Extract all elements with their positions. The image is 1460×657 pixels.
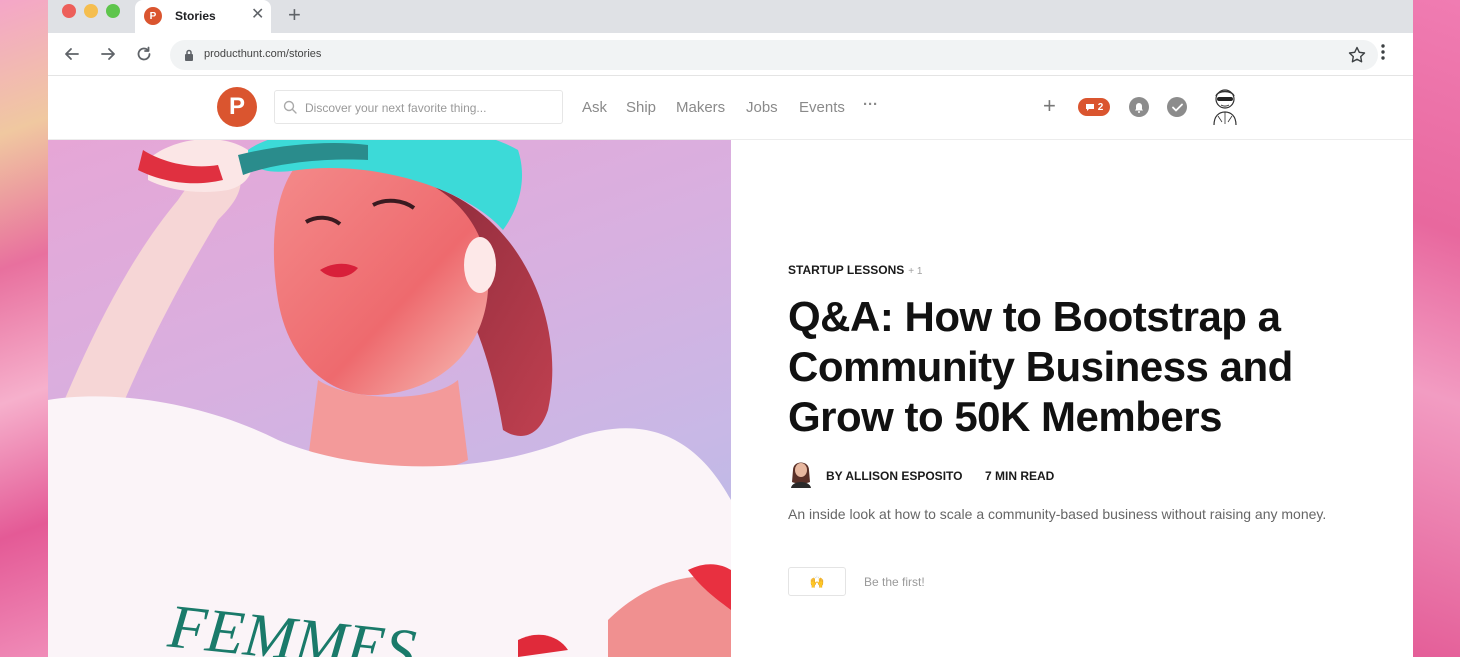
story-hero-image[interactable]: FEMMES <box>48 140 731 657</box>
bookmark-star-icon[interactable] <box>1347 45 1367 70</box>
user-avatar[interactable] <box>1208 86 1242 126</box>
be-first-text: Be the first! <box>864 575 925 589</box>
notification-count: 2 <box>1097 101 1104 113</box>
producthunt-favicon-icon: P <box>144 7 162 25</box>
url-text: producthunt.com/stories <box>204 48 322 60</box>
new-tab-button[interactable]: + <box>288 3 301 27</box>
hero-illustration: FEMMES <box>48 140 731 657</box>
browser-window: P Stories ✕ + producthunt.com/stories P … <box>48 0 1413 657</box>
tab-stories[interactable]: P Stories ✕ <box>135 0 271 33</box>
topic-label: STARTUP LESSONS <box>788 263 905 277</box>
producthunt-logo[interactable]: P <box>217 87 257 127</box>
story-headline[interactable]: Q&A: How to Bootstrap a Community Busine… <box>788 292 1348 442</box>
site-search[interactable] <box>274 90 563 124</box>
close-window-button[interactable] <box>62 4 76 18</box>
nav-ship[interactable]: Ship <box>626 99 656 116</box>
author-avatar[interactable] <box>788 458 814 488</box>
reaction-button[interactable]: 🙌 <box>788 567 846 596</box>
reload-icon[interactable] <box>133 43 155 65</box>
tab-close-icon[interactable]: ✕ <box>251 5 264 25</box>
nav-jobs[interactable]: Jobs <box>746 99 778 116</box>
tab-title: Stories <box>175 9 216 23</box>
story-topic[interactable]: STARTUP LESSONS + 1 <box>788 263 922 277</box>
tab-strip: P Stories ✕ + <box>48 0 1413 33</box>
bell-icon[interactable] <box>1129 97 1149 117</box>
desktop-background-right <box>1412 0 1460 657</box>
story-byline: BY ALLISON ESPOSITO 7 MIN READ <box>788 458 1348 490</box>
raised-hands-icon: 🙌 <box>809 574 825 589</box>
maximize-window-button[interactable] <box>106 4 120 18</box>
nav-more-icon[interactable]: ··· <box>863 96 878 113</box>
search-icon <box>283 100 297 119</box>
desktop-background-left <box>0 0 48 657</box>
checkmark-icon[interactable] <box>1167 97 1187 117</box>
nav-makers[interactable]: Makers <box>676 99 725 116</box>
author-name[interactable]: BY ALLISON ESPOSITO <box>826 469 962 483</box>
topic-extra-count: + 1 <box>908 266 923 277</box>
chat-bubble-icon <box>1085 103 1094 111</box>
lock-icon <box>184 48 194 66</box>
read-time: 7 MIN READ <box>985 469 1055 483</box>
story-description: An inside look at how to scale a communi… <box>788 506 1327 522</box>
address-bar[interactable]: producthunt.com/stories <box>170 40 1378 70</box>
minimize-window-button[interactable] <box>84 4 98 18</box>
submit-plus-icon[interactable]: + <box>1043 94 1056 118</box>
nav-ask[interactable]: Ask <box>582 99 607 116</box>
forward-arrow-icon[interactable] <box>97 43 119 65</box>
browser-menu-icon[interactable] <box>1381 44 1385 65</box>
nav-events[interactable]: Events <box>799 99 845 116</box>
back-arrow-icon[interactable] <box>61 43 83 65</box>
search-input[interactable] <box>305 98 555 118</box>
notifications-badge[interactable]: 2 <box>1078 98 1110 116</box>
site-header: P Ask Ship Makers Jobs Events ··· + 2 <box>48 76 1413 140</box>
browser-toolbar: producthunt.com/stories <box>48 33 1413 76</box>
